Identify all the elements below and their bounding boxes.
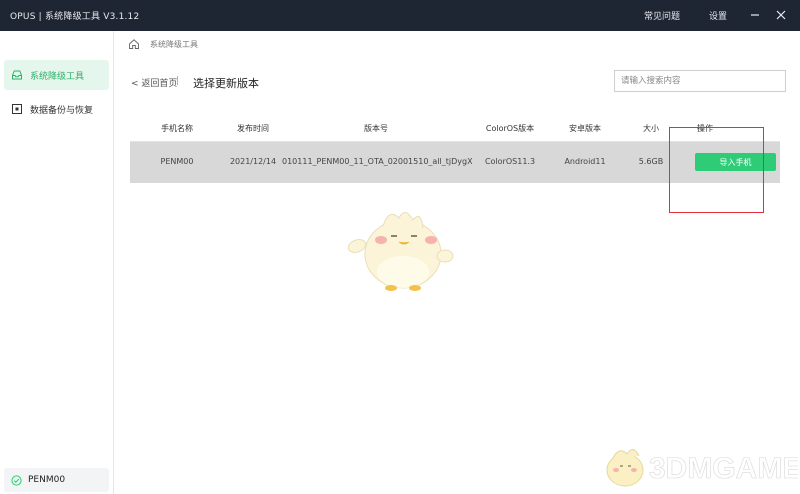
watermark-logo: 3DMGAME (606, 449, 798, 487)
device-label: PENM00 (28, 475, 66, 485)
breadcrumb-label: 系统降级工具 (150, 39, 198, 49)
page-title: 选择更新版本 (193, 77, 259, 90)
sidebar-item-label: 系统降级工具 (30, 71, 85, 82)
column-header-version: 版本号 (364, 124, 388, 133)
breadcrumb: 系统降级工具 (128, 38, 198, 50)
check-circle-icon (11, 474, 22, 486)
column-header-coloros: ColorOS版本 (485, 124, 535, 133)
home-icon[interactable] (128, 38, 140, 50)
mascot-illustration (347, 212, 454, 291)
cell-android: Android11 (564, 157, 606, 166)
app-title: OPUS | 系统降级工具 V3.1.12 (10, 12, 140, 22)
backup-square-icon (11, 103, 23, 115)
column-header-android: 安卓版本 (569, 124, 601, 133)
search-input[interactable] (614, 70, 786, 92)
minimize-button[interactable] (745, 5, 765, 25)
sidebar-item-downgrade-tool[interactable]: 系统降级工具 (4, 60, 109, 90)
header-separator: | (176, 76, 180, 86)
back-to-home-link[interactable]: < 返回首页 (131, 76, 177, 89)
connected-device[interactable]: PENM00 (4, 468, 109, 492)
cell-version: 010111_PENM00_11_OTA_02001510_all_tjDygX… (282, 157, 472, 166)
close-button[interactable] (771, 5, 791, 25)
column-header-date: 发布时间 (237, 124, 269, 133)
watermark-text: 3DMGAME (649, 452, 798, 485)
column-header-size: 大小 (643, 124, 659, 133)
menu-settings[interactable]: 设置 (709, 9, 727, 22)
sidebar: 系统降级工具 数据备份与恢复 PENM00 (0, 31, 114, 494)
cell-date: 2021/12/14 (229, 157, 277, 166)
sidebar-item-label: 数据备份与恢复 (30, 105, 94, 116)
cell-size: 5.6GB (638, 157, 664, 166)
sidebar-item-data-backup[interactable]: 数据备份与恢复 (4, 94, 109, 124)
highlight-box (669, 127, 764, 213)
title-bar: OPUS | 系统降级工具 V3.1.12 常见问题 设置 (0, 0, 800, 31)
close-icon (776, 10, 786, 20)
inbox-tray-icon (11, 69, 23, 81)
column-header-device: 手机名称 (161, 124, 193, 133)
cell-device: PENM00 (160, 157, 194, 166)
cell-coloros: ColorOS11.3 (484, 157, 536, 166)
menu-faq[interactable]: 常见问题 (644, 9, 680, 22)
minimize-icon (751, 14, 759, 16)
